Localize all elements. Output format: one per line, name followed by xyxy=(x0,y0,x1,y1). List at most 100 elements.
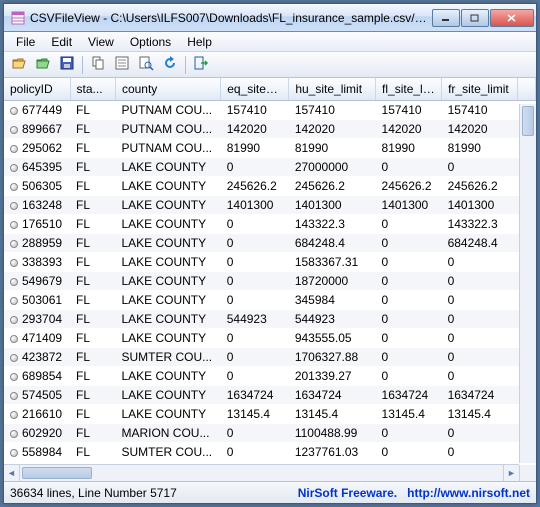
cell[interactable]: 0 xyxy=(221,443,289,462)
cell[interactable]: LAKE COUNTY xyxy=(115,215,220,234)
cell[interactable]: SUMTER COU... xyxy=(115,443,220,462)
cell[interactable]: 13145.4 xyxy=(376,405,442,424)
cell[interactable]: 0 xyxy=(442,443,518,462)
cell[interactable]: PUTNAM COU... xyxy=(115,101,220,120)
cell[interactable]: FL xyxy=(70,101,115,120)
cell[interactable]: 503061 xyxy=(4,291,70,310)
cell[interactable]: 143322.3 xyxy=(442,215,518,234)
table-row[interactable]: 689854FLLAKE COUNTY0201339.2700 xyxy=(4,367,536,386)
table-row[interactable]: 423872FLSUMTER COU...01706327.8800 xyxy=(4,348,536,367)
cell[interactable]: PUTNAM COU... xyxy=(115,120,220,139)
menu-view[interactable]: View xyxy=(80,33,122,51)
cell[interactable]: 0 xyxy=(376,348,442,367)
cell[interactable]: 13145.4 xyxy=(442,405,518,424)
cell[interactable]: 1706327.88 xyxy=(289,348,376,367)
cell[interactable]: 1634724 xyxy=(376,386,442,405)
cell[interactable]: 18720000 xyxy=(289,272,376,291)
cell[interactable]: FL xyxy=(70,291,115,310)
cell[interactable]: 1401300 xyxy=(221,196,289,215)
cell[interactable]: 81990 xyxy=(289,139,376,158)
table-row[interactable]: 176510FLLAKE COUNTY0143322.30143322.3 xyxy=(4,215,536,234)
menu-options[interactable]: Options xyxy=(122,33,179,51)
vertical-scrollbar[interactable] xyxy=(519,104,536,463)
cell[interactable]: 0 xyxy=(376,329,442,348)
cell[interactable]: 0 xyxy=(376,158,442,177)
cell[interactable]: 0 xyxy=(442,424,518,443)
cell[interactable]: FL xyxy=(70,424,115,443)
cell[interactable]: 558984 xyxy=(4,443,70,462)
menu-edit[interactable]: Edit xyxy=(43,33,80,51)
data-grid[interactable]: policyIDsta...countyeq_site_l...hu_site_… xyxy=(4,78,536,462)
cell[interactable]: 1634724 xyxy=(442,386,518,405)
cell[interactable]: 81990 xyxy=(376,139,442,158)
column-header[interactable]: eq_site_l... xyxy=(221,78,289,101)
cell[interactable]: PUTNAM COU... xyxy=(115,139,220,158)
cell[interactable]: 0 xyxy=(376,272,442,291)
cell[interactable]: 423872 xyxy=(4,348,70,367)
table-row[interactable]: 506305FLLAKE COUNTY245626.2245626.224562… xyxy=(4,177,536,196)
menu-file[interactable]: File xyxy=(8,33,43,51)
cell[interactable]: 0 xyxy=(221,253,289,272)
cell[interactable]: 0 xyxy=(221,367,289,386)
cell[interactable]: 142020 xyxy=(442,120,518,139)
hscroll-right-arrow-icon[interactable]: ► xyxy=(503,465,519,481)
table-row[interactable]: 574505FLLAKE COUNTY163472416347241634724… xyxy=(4,386,536,405)
cell[interactable]: 143322.3 xyxy=(289,215,376,234)
cell[interactable]: SUMTER COU... xyxy=(115,348,220,367)
cell[interactable]: 0 xyxy=(442,291,518,310)
table-row[interactable]: 677449FLPUTNAM COU...1574101574101574101… xyxy=(4,101,536,120)
cell[interactable]: 544923 xyxy=(221,310,289,329)
save-button[interactable] xyxy=(56,54,78,76)
cell[interactable]: 1401300 xyxy=(376,196,442,215)
exit-button[interactable] xyxy=(190,54,212,76)
cell[interactable]: LAKE COUNTY xyxy=(115,253,220,272)
cell[interactable]: 684248.4 xyxy=(289,234,376,253)
cell[interactable]: FL xyxy=(70,253,115,272)
cell[interactable]: 0 xyxy=(376,215,442,234)
cell[interactable]: 1583367.31 xyxy=(289,253,376,272)
cell[interactable]: 163248 xyxy=(4,196,70,215)
horizontal-scrollbar[interactable]: ◄ ► xyxy=(4,464,519,481)
cell[interactable]: 1634724 xyxy=(289,386,376,405)
column-header[interactable]: fr_site_limit xyxy=(442,78,518,101)
table-row[interactable]: 899667FLPUTNAM COU...1420201420201420201… xyxy=(4,120,536,139)
cell[interactable]: 201339.27 xyxy=(289,367,376,386)
cell[interactable]: 0 xyxy=(376,310,442,329)
cell[interactable]: 0 xyxy=(221,234,289,253)
cell[interactable]: 0 xyxy=(442,348,518,367)
refresh-button[interactable] xyxy=(159,54,181,76)
hscroll-left-arrow-icon[interactable]: ◄ xyxy=(4,465,20,481)
cell[interactable]: LAKE COUNTY xyxy=(115,367,220,386)
cell[interactable]: 157410 xyxy=(289,101,376,120)
cell[interactable]: 677449 xyxy=(4,101,70,120)
open2-button[interactable] xyxy=(32,54,54,76)
column-header[interactable]: policyID xyxy=(4,78,70,101)
cell[interactable]: 245626.2 xyxy=(289,177,376,196)
maximize-button[interactable] xyxy=(461,9,489,27)
table-row[interactable]: 288959FLLAKE COUNTY0684248.40684248.4 xyxy=(4,234,536,253)
props-button[interactable] xyxy=(111,54,133,76)
table-row[interactable]: 645395FLLAKE COUNTY02700000000 xyxy=(4,158,536,177)
table-row[interactable]: 471409FLLAKE COUNTY0943555.0500 xyxy=(4,329,536,348)
cell[interactable]: 0 xyxy=(221,348,289,367)
cell[interactable]: FL xyxy=(70,139,115,158)
cell[interactable]: FL xyxy=(70,120,115,139)
cell[interactable]: LAKE COUNTY xyxy=(115,329,220,348)
cell[interactable]: LAKE COUNTY xyxy=(115,405,220,424)
cell[interactable]: 157410 xyxy=(221,101,289,120)
cell[interactable]: 0 xyxy=(376,234,442,253)
column-header[interactable]: county xyxy=(115,78,220,101)
table-row[interactable]: 503061FLLAKE COUNTY034598400 xyxy=(4,291,536,310)
close-button[interactable] xyxy=(490,9,534,27)
cell[interactable]: 157410 xyxy=(376,101,442,120)
column-header[interactable]: fl_site_li... xyxy=(376,78,442,101)
table-row[interactable]: 295062FLPUTNAM COU...8199081990819908199… xyxy=(4,139,536,158)
cell[interactable]: 0 xyxy=(221,158,289,177)
cell[interactable]: 81990 xyxy=(442,139,518,158)
cell[interactable]: 142020 xyxy=(289,120,376,139)
cell[interactable]: 1237761.03 xyxy=(289,443,376,462)
table-row[interactable]: 338393FLLAKE COUNTY01583367.3100 xyxy=(4,253,536,272)
cell[interactable]: 689854 xyxy=(4,367,70,386)
cell[interactable]: FL xyxy=(70,215,115,234)
header-row[interactable]: policyIDsta...countyeq_site_l...hu_site_… xyxy=(4,78,536,101)
